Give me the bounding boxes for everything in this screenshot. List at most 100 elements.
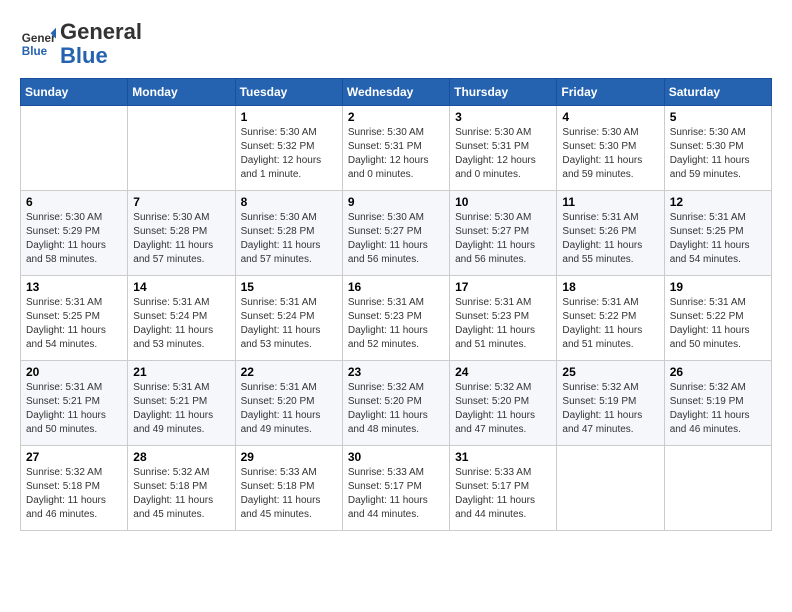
day-number: 23 xyxy=(348,365,444,379)
calendar-cell: 17 Sunrise: 5:31 AM Sunset: 5:23 PM Dayl… xyxy=(450,276,557,361)
day-info: Sunrise: 5:32 AM Sunset: 5:20 PM Dayligh… xyxy=(348,381,444,437)
day-info: Sunrise: 5:31 AM Sunset: 5:25 PM Dayligh… xyxy=(670,211,766,267)
day-info: Sunrise: 5:32 AM Sunset: 5:19 PM Dayligh… xyxy=(562,381,658,437)
calendar-cell: 3 Sunrise: 5:30 AM Sunset: 5:31 PM Dayli… xyxy=(450,106,557,191)
calendar-week-4: 20 Sunrise: 5:31 AM Sunset: 5:21 PM Dayl… xyxy=(21,361,772,446)
page-header: General Blue General Blue xyxy=(20,20,772,68)
day-number: 28 xyxy=(133,450,229,464)
day-info: Sunrise: 5:32 AM Sunset: 5:18 PM Dayligh… xyxy=(133,466,229,522)
calendar-cell: 1 Sunrise: 5:30 AM Sunset: 5:32 PM Dayli… xyxy=(235,106,342,191)
calendar-cell xyxy=(664,446,771,531)
logo-icon: General Blue xyxy=(20,26,56,62)
logo: General Blue General Blue xyxy=(20,20,142,68)
day-number: 22 xyxy=(241,365,337,379)
day-info: Sunrise: 5:31 AM Sunset: 5:22 PM Dayligh… xyxy=(670,296,766,352)
weekday-thursday: Thursday xyxy=(450,79,557,106)
weekday-wednesday: Wednesday xyxy=(342,79,449,106)
calendar-cell: 16 Sunrise: 5:31 AM Sunset: 5:23 PM Dayl… xyxy=(342,276,449,361)
calendar-cell: 12 Sunrise: 5:31 AM Sunset: 5:25 PM Dayl… xyxy=(664,191,771,276)
day-number: 30 xyxy=(348,450,444,464)
calendar-cell: 4 Sunrise: 5:30 AM Sunset: 5:30 PM Dayli… xyxy=(557,106,664,191)
calendar-cell: 10 Sunrise: 5:30 AM Sunset: 5:27 PM Dayl… xyxy=(450,191,557,276)
day-info: Sunrise: 5:30 AM Sunset: 5:29 PM Dayligh… xyxy=(26,211,122,267)
calendar-cell: 22 Sunrise: 5:31 AM Sunset: 5:20 PM Dayl… xyxy=(235,361,342,446)
day-info: Sunrise: 5:30 AM Sunset: 5:28 PM Dayligh… xyxy=(133,211,229,267)
calendar-cell: 30 Sunrise: 5:33 AM Sunset: 5:17 PM Dayl… xyxy=(342,446,449,531)
day-info: Sunrise: 5:30 AM Sunset: 5:31 PM Dayligh… xyxy=(455,126,551,182)
calendar-cell: 18 Sunrise: 5:31 AM Sunset: 5:22 PM Dayl… xyxy=(557,276,664,361)
day-number: 6 xyxy=(26,195,122,209)
calendar-cell: 6 Sunrise: 5:30 AM Sunset: 5:29 PM Dayli… xyxy=(21,191,128,276)
day-number: 24 xyxy=(455,365,551,379)
day-number: 11 xyxy=(562,195,658,209)
day-info: Sunrise: 5:31 AM Sunset: 5:24 PM Dayligh… xyxy=(241,296,337,352)
calendar-cell: 14 Sunrise: 5:31 AM Sunset: 5:24 PM Dayl… xyxy=(128,276,235,361)
day-number: 20 xyxy=(26,365,122,379)
day-info: Sunrise: 5:33 AM Sunset: 5:17 PM Dayligh… xyxy=(455,466,551,522)
calendar-cell: 20 Sunrise: 5:31 AM Sunset: 5:21 PM Dayl… xyxy=(21,361,128,446)
day-info: Sunrise: 5:31 AM Sunset: 5:25 PM Dayligh… xyxy=(26,296,122,352)
weekday-friday: Friday xyxy=(557,79,664,106)
calendar-cell: 13 Sunrise: 5:31 AM Sunset: 5:25 PM Dayl… xyxy=(21,276,128,361)
day-info: Sunrise: 5:32 AM Sunset: 5:19 PM Dayligh… xyxy=(670,381,766,437)
calendar-cell: 8 Sunrise: 5:30 AM Sunset: 5:28 PM Dayli… xyxy=(235,191,342,276)
day-info: Sunrise: 5:31 AM Sunset: 5:23 PM Dayligh… xyxy=(348,296,444,352)
day-info: Sunrise: 5:32 AM Sunset: 5:18 PM Dayligh… xyxy=(26,466,122,522)
calendar-week-2: 6 Sunrise: 5:30 AM Sunset: 5:29 PM Dayli… xyxy=(21,191,772,276)
day-info: Sunrise: 5:31 AM Sunset: 5:21 PM Dayligh… xyxy=(26,381,122,437)
day-info: Sunrise: 5:30 AM Sunset: 5:28 PM Dayligh… xyxy=(241,211,337,267)
calendar-table: SundayMondayTuesdayWednesdayThursdayFrid… xyxy=(20,78,772,531)
weekday-monday: Monday xyxy=(128,79,235,106)
day-info: Sunrise: 5:33 AM Sunset: 5:17 PM Dayligh… xyxy=(348,466,444,522)
svg-text:Blue: Blue xyxy=(22,45,48,58)
day-info: Sunrise: 5:33 AM Sunset: 5:18 PM Dayligh… xyxy=(241,466,337,522)
calendar-cell: 24 Sunrise: 5:32 AM Sunset: 5:20 PM Dayl… xyxy=(450,361,557,446)
day-number: 2 xyxy=(348,110,444,124)
day-number: 19 xyxy=(670,280,766,294)
day-number: 16 xyxy=(348,280,444,294)
day-number: 7 xyxy=(133,195,229,209)
day-number: 8 xyxy=(241,195,337,209)
weekday-tuesday: Tuesday xyxy=(235,79,342,106)
calendar-cell: 21 Sunrise: 5:31 AM Sunset: 5:21 PM Dayl… xyxy=(128,361,235,446)
weekday-saturday: Saturday xyxy=(664,79,771,106)
day-info: Sunrise: 5:30 AM Sunset: 5:27 PM Dayligh… xyxy=(348,211,444,267)
day-info: Sunrise: 5:30 AM Sunset: 5:30 PM Dayligh… xyxy=(562,126,658,182)
day-number: 31 xyxy=(455,450,551,464)
day-info: Sunrise: 5:31 AM Sunset: 5:24 PM Dayligh… xyxy=(133,296,229,352)
day-number: 14 xyxy=(133,280,229,294)
svg-text:General: General xyxy=(22,32,56,45)
day-number: 13 xyxy=(26,280,122,294)
day-info: Sunrise: 5:31 AM Sunset: 5:21 PM Dayligh… xyxy=(133,381,229,437)
calendar-cell xyxy=(557,446,664,531)
calendar-cell: 29 Sunrise: 5:33 AM Sunset: 5:18 PM Dayl… xyxy=(235,446,342,531)
day-number: 21 xyxy=(133,365,229,379)
weekday-sunday: Sunday xyxy=(21,79,128,106)
day-number: 26 xyxy=(670,365,766,379)
day-number: 17 xyxy=(455,280,551,294)
day-info: Sunrise: 5:31 AM Sunset: 5:26 PM Dayligh… xyxy=(562,211,658,267)
day-number: 9 xyxy=(348,195,444,209)
calendar-cell: 19 Sunrise: 5:31 AM Sunset: 5:22 PM Dayl… xyxy=(664,276,771,361)
day-number: 29 xyxy=(241,450,337,464)
day-number: 27 xyxy=(26,450,122,464)
calendar-cell: 28 Sunrise: 5:32 AM Sunset: 5:18 PM Dayl… xyxy=(128,446,235,531)
calendar-header: SundayMondayTuesdayWednesdayThursdayFrid… xyxy=(21,79,772,106)
calendar-week-1: 1 Sunrise: 5:30 AM Sunset: 5:32 PM Dayli… xyxy=(21,106,772,191)
day-number: 5 xyxy=(670,110,766,124)
day-info: Sunrise: 5:30 AM Sunset: 5:32 PM Dayligh… xyxy=(241,126,337,182)
day-number: 1 xyxy=(241,110,337,124)
calendar-cell xyxy=(21,106,128,191)
day-info: Sunrise: 5:30 AM Sunset: 5:30 PM Dayligh… xyxy=(670,126,766,182)
day-number: 4 xyxy=(562,110,658,124)
day-info: Sunrise: 5:30 AM Sunset: 5:27 PM Dayligh… xyxy=(455,211,551,267)
day-info: Sunrise: 5:30 AM Sunset: 5:31 PM Dayligh… xyxy=(348,126,444,182)
calendar-cell: 5 Sunrise: 5:30 AM Sunset: 5:30 PM Dayli… xyxy=(664,106,771,191)
calendar-cell: 2 Sunrise: 5:30 AM Sunset: 5:31 PM Dayli… xyxy=(342,106,449,191)
logo-text: General Blue xyxy=(60,20,142,68)
day-number: 15 xyxy=(241,280,337,294)
calendar-cell: 27 Sunrise: 5:32 AM Sunset: 5:18 PM Dayl… xyxy=(21,446,128,531)
calendar-week-3: 13 Sunrise: 5:31 AM Sunset: 5:25 PM Dayl… xyxy=(21,276,772,361)
calendar-week-5: 27 Sunrise: 5:32 AM Sunset: 5:18 PM Dayl… xyxy=(21,446,772,531)
day-info: Sunrise: 5:31 AM Sunset: 5:22 PM Dayligh… xyxy=(562,296,658,352)
